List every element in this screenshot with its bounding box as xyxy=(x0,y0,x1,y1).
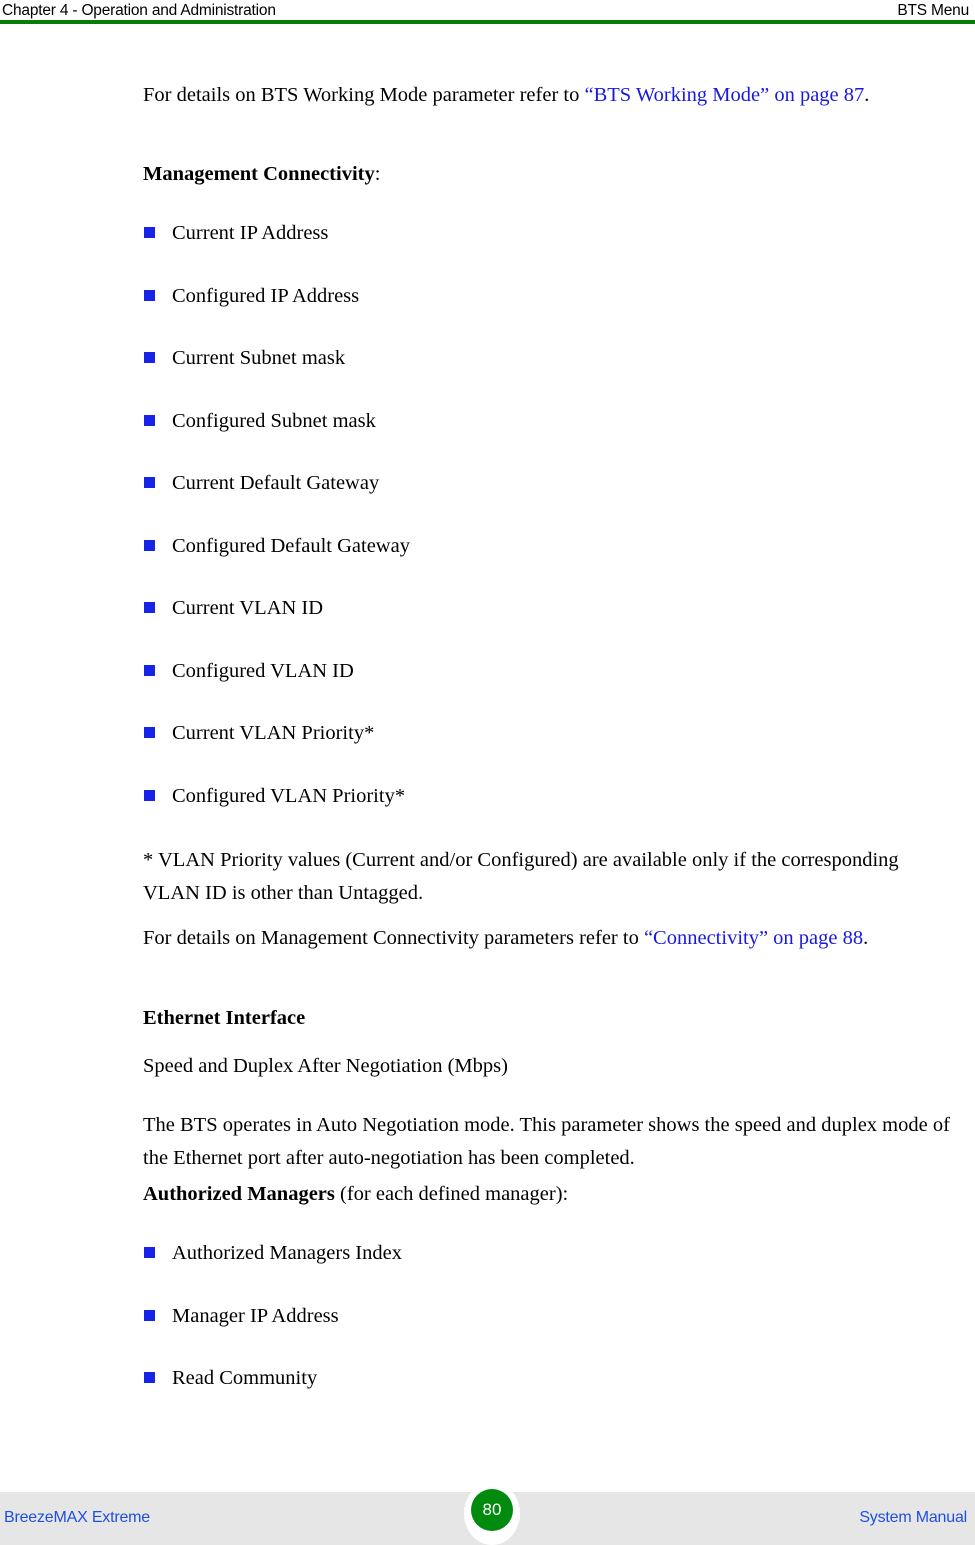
square-bullet-icon xyxy=(144,290,155,301)
vlan-priority-footnote-block: * VLAN Priority values (Current and/or C… xyxy=(143,844,953,910)
square-bullet-icon xyxy=(144,790,155,801)
list-item-label: Configured IP Address xyxy=(172,285,360,307)
list-item: Configured Subnet mask xyxy=(143,408,953,434)
list-item: Current VLAN ID xyxy=(143,595,953,621)
authorized-managers-heading-block: Authorized Managers (for each defined ma… xyxy=(143,1179,953,1209)
bts-working-mode-crossref-link[interactable]: “BTS Working Mode” on page 87 xyxy=(584,84,864,106)
list-item-label: Read Community xyxy=(172,1367,318,1389)
list-item-label: Configured VLAN Priority* xyxy=(172,785,406,807)
management-connectivity-heading-bold: Management Connectivity xyxy=(143,163,375,185)
page-content: For details on BTS Working Mode paramete… xyxy=(0,24,975,1492)
footer-document-type: System Manual xyxy=(859,1509,967,1526)
square-bullet-icon xyxy=(144,1372,155,1383)
square-bullet-icon xyxy=(144,1310,155,1321)
authorized-managers-heading: Authorized Managers (for each defined ma… xyxy=(143,1179,953,1209)
list-item: Configured Default Gateway xyxy=(143,533,953,559)
square-bullet-icon xyxy=(144,1247,155,1258)
list-item: Current IP Address xyxy=(143,220,953,246)
ethernet-subtitle: Speed and Duplex After Negotiation (Mbps… xyxy=(143,1055,508,1077)
ethernet-subtitle-block: Speed and Duplex After Negotiation (Mbps… xyxy=(143,1050,953,1083)
management-connectivity-heading-colon: : xyxy=(374,163,381,185)
list-item: Read Community xyxy=(143,1365,953,1391)
connectivity-paragraph: For details on Management Connectivity p… xyxy=(143,922,953,955)
list-item: Current Default Gateway xyxy=(143,470,953,496)
header-chapter-title: Chapter 4 - Operation and Administration xyxy=(2,2,276,19)
authorized-managers-heading-suffix: (for each defined manager): xyxy=(334,1183,569,1205)
list-item-label: Current Subnet mask xyxy=(172,347,346,369)
list-item-label: Authorized Managers Index xyxy=(172,1242,402,1264)
list-item: Manager IP Address xyxy=(143,1303,953,1329)
list-item: Configured IP Address xyxy=(143,283,953,309)
list-item: Authorized Managers Index xyxy=(143,1240,953,1266)
header-section-title: BTS Menu xyxy=(897,2,969,19)
connectivity-crossref-link[interactable]: “Connectivity” on page 88 xyxy=(644,927,863,949)
management-connectivity-heading-block: Management Connectivity: xyxy=(143,159,953,189)
footer-product-name: BreezeMAX Extreme xyxy=(4,1509,150,1526)
square-bullet-icon xyxy=(144,602,155,613)
list-item-label: Manager IP Address xyxy=(172,1305,339,1327)
square-bullet-icon xyxy=(144,415,155,426)
intro-paragraph-prefix: For details on BTS Working Mode paramete… xyxy=(143,84,585,106)
list-item: Current Subnet mask xyxy=(143,345,953,371)
intro-paragraph: For details on BTS Working Mode paramete… xyxy=(143,79,953,112)
list-item-label: Current Default Gateway xyxy=(172,472,380,494)
square-bullet-icon xyxy=(144,665,155,676)
list-item: Configured VLAN Priority* xyxy=(143,783,953,809)
ethernet-paragraph: The BTS operates in Auto Negotiation mod… xyxy=(143,1114,950,1169)
ethernet-interface-heading: Ethernet Interface xyxy=(143,1007,306,1029)
square-bullet-icon xyxy=(144,727,155,738)
square-bullet-icon xyxy=(144,477,155,488)
list-item-label: Configured Default Gateway xyxy=(172,535,410,557)
list-item-label: Current IP Address xyxy=(172,222,329,244)
list-item-label: Configured VLAN ID xyxy=(172,660,354,682)
list-item: Configured VLAN ID xyxy=(143,658,953,684)
square-bullet-icon xyxy=(144,540,155,551)
list-item-label: Current VLAN ID xyxy=(172,597,324,619)
ethernet-paragraph-block: The BTS operates in Auto Negotiation mod… xyxy=(143,1109,953,1175)
connectivity-paragraph-prefix: For details on Management Connectivity p… xyxy=(143,927,644,949)
management-connectivity-heading: Management Connectivity: xyxy=(143,159,953,189)
vlan-priority-footnote: * VLAN Priority values (Current and/or C… xyxy=(143,849,899,904)
square-bullet-icon xyxy=(144,227,155,238)
list-item: Current VLAN Priority* xyxy=(143,720,953,746)
list-item-label: Configured Subnet mask xyxy=(172,410,376,432)
page-number-badge: 80 xyxy=(471,1489,513,1531)
authorized-managers-heading-bold: Authorized Managers xyxy=(143,1183,335,1205)
ethernet-interface-heading-block: Ethernet Interface xyxy=(143,1003,953,1033)
intro-paragraph-suffix: . xyxy=(864,84,870,106)
page-number: 80 xyxy=(482,1500,502,1519)
list-item-label: Current VLAN Priority* xyxy=(172,722,375,744)
connectivity-paragraph-block: For details on Management Connectivity p… xyxy=(143,922,953,955)
intro-paragraph-block: For details on BTS Working Mode paramete… xyxy=(143,79,953,112)
square-bullet-icon xyxy=(144,352,155,363)
connectivity-paragraph-suffix: . xyxy=(863,927,869,949)
